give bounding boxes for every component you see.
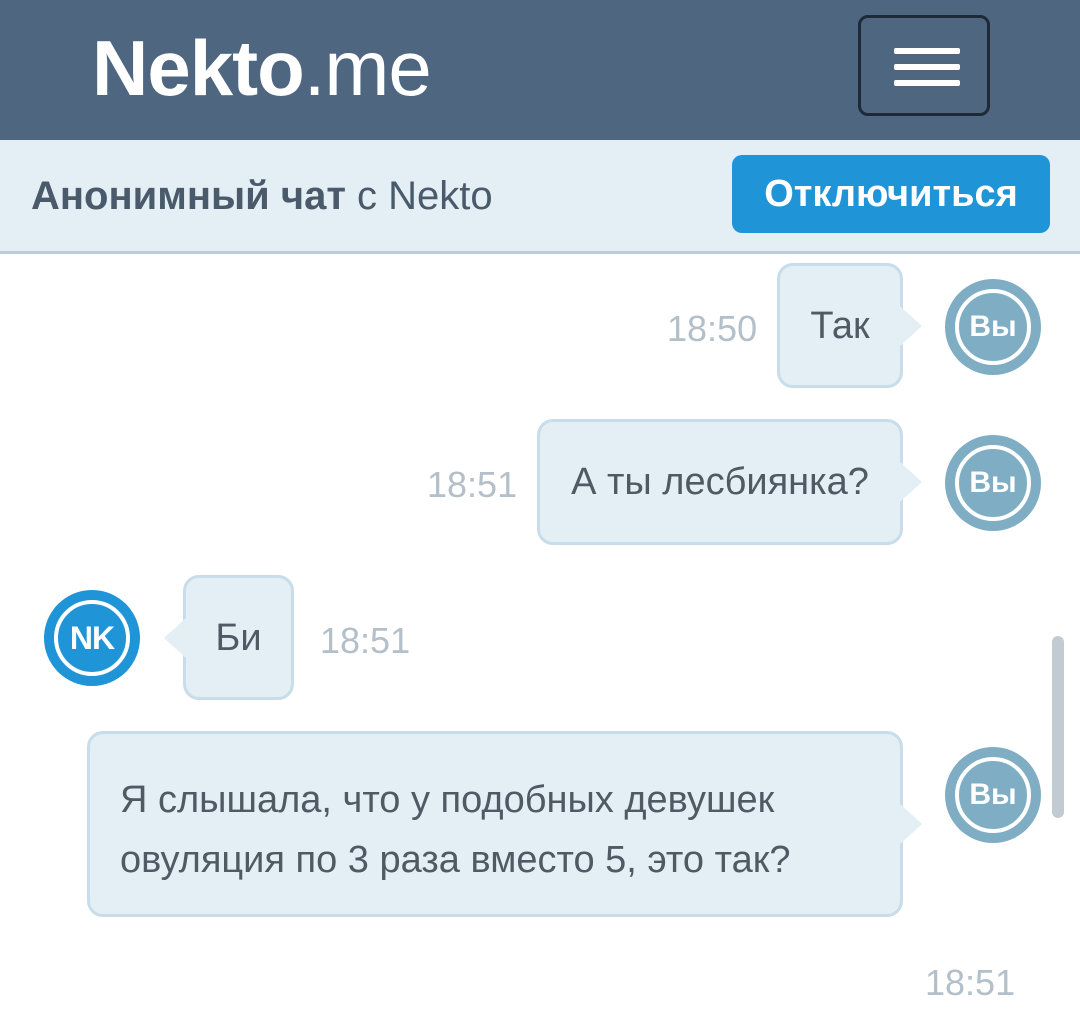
- message-bubble-incoming[interactable]: Би: [164, 575, 294, 700]
- message-text: Би: [215, 617, 262, 659]
- message-time: 18:51: [320, 620, 411, 661]
- my-avatar-label: Вы: [955, 289, 1031, 365]
- hamburger-menu-icon-bar: [894, 64, 960, 70]
- brand-name-domain: .me: [303, 24, 432, 112]
- message-time: 18:51: [925, 962, 1016, 1003]
- my-avatar: Вы: [945, 279, 1041, 375]
- brand-name-bold: Nekto: [92, 24, 305, 112]
- partner-avatar-label: NK: [54, 600, 130, 676]
- hamburger-menu-icon: [894, 48, 960, 54]
- message-text: Так: [810, 305, 870, 347]
- partner-avatar: NK: [44, 590, 140, 686]
- message-text: А ты лесбиянка?: [571, 461, 869, 503]
- my-avatar: Вы: [945, 747, 1041, 843]
- my-avatar-label: Вы: [955, 757, 1031, 833]
- message-bubble-outgoing[interactable]: Я слышала, что у подобных девушек овуляц…: [87, 731, 922, 917]
- message-time: 18:50: [667, 308, 758, 349]
- chat-title-bold: Анонимный чат: [31, 174, 346, 218]
- message-bubble-outgoing[interactable]: Так: [777, 263, 922, 388]
- hamburger-menu-icon-bar: [894, 80, 960, 86]
- my-avatar-label: Вы: [955, 445, 1031, 521]
- message-bubble-outgoing[interactable]: А ты лесбиянка?: [537, 419, 922, 545]
- my-avatar: Вы: [945, 435, 1041, 531]
- top-navbar: Nekto.me: [0, 0, 1080, 140]
- message-text-line-1: Я слышала, что у подобных девушек: [120, 779, 775, 821]
- chat-header: Анонимный чат с Nekto Отключиться: [0, 140, 1080, 254]
- disconnect-button[interactable]: Отключиться: [732, 155, 1050, 233]
- hamburger-menu-button[interactable]: [858, 15, 990, 116]
- brand-logo[interactable]: Nekto.me: [92, 18, 432, 118]
- chat-scrollbar[interactable]: [1052, 636, 1064, 818]
- chat-title-rest: с Nekto: [345, 174, 493, 218]
- chat-title: Анонимный чат с Nekto: [31, 174, 493, 219]
- message-text-line-2: овуляция по 3 раза вместо 5, это так?: [120, 839, 791, 881]
- message-time: 18:51: [427, 464, 518, 505]
